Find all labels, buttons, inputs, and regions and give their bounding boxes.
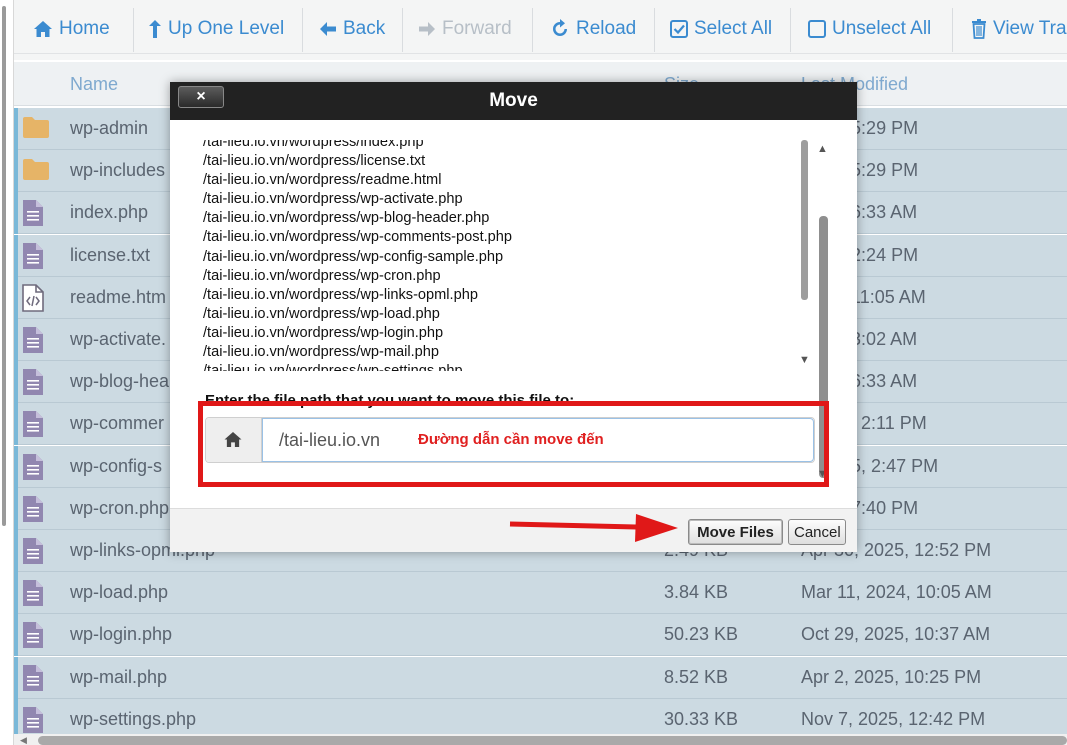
table-row[interactable]: wp-login.php 50.23 KB Oct 29, 2025, 10:37 … [14, 614, 1067, 657]
level-up-icon [149, 20, 161, 38]
list-item: /tai-lieu.io.vn/wordpress/wp-settings.ph… [203, 362, 512, 371]
home-label: Home [59, 18, 110, 39]
toolbar: Home Up One Level Back Forward Reload Se… [0, 0, 1067, 60]
file-name[interactable]: wp-load.php [70, 582, 168, 603]
file-icon [22, 537, 48, 565]
folder-icon [22, 115, 49, 143]
file-name[interactable]: wp-mail.php [70, 667, 167, 688]
move-dialog: Move × /tai-lieu.io.vn/wordpress/index.p… [170, 82, 857, 552]
file-name[interactable]: readme.htm [70, 287, 166, 308]
up-one-level-button[interactable]: Up One Level [148, 14, 284, 44]
list-item: /tai-lieu.io.vn/wordpress/wp-links-opml.… [203, 286, 478, 303]
file-size: 30.33 KB [664, 708, 739, 729]
view-trash-label: View Tra [993, 18, 1067, 39]
list-item: /tai-lieu.io.vn/wordpress/readme.html [203, 172, 442, 189]
trash-icon [972, 19, 986, 39]
table-row[interactable]: wp-mail.php 8.52 KB Apr 2, 2025, 10:25 PM [14, 656, 1067, 699]
list-item: /tai-lieu.io.vn/wordpress/license.txt [203, 153, 426, 170]
up-one-level-label: Up One Level [168, 18, 285, 39]
list-item: /tai-lieu.io.vn/wordpress/wp-load.php [203, 305, 440, 322]
list-item: /tai-lieu.io.vn/wordpress/index.php [203, 140, 424, 150]
file-icon [22, 706, 48, 734]
file-icon [22, 664, 48, 692]
home-button[interactable]: Home [33, 14, 110, 44]
reload-button[interactable]: Reload [550, 14, 636, 44]
file-modified: Apr 2, 2025, 10:25 PM [801, 666, 982, 687]
file-icon [22, 326, 48, 354]
code-file-icon [22, 283, 48, 312]
file-size: 3.84 KB [664, 582, 729, 603]
forward-label: Forward [442, 18, 512, 39]
checkbox-checked-icon [670, 20, 688, 38]
file-name[interactable]: wp-admin [70, 118, 148, 139]
forward-button[interactable]: Forward [418, 14, 512, 44]
file-name[interactable]: wp-blog-hea [70, 371, 169, 392]
horizontal-scrollbar[interactable]: ◀ [14, 734, 1067, 745]
arrow-left-icon [320, 22, 336, 36]
list-item: /tai-lieu.io.vn/wordpress/wp-blog-header… [203, 210, 490, 227]
name-column-header[interactable]: Name [70, 74, 118, 95]
file-name[interactable]: wp-config-s [70, 456, 162, 477]
scroll-down-icon[interactable]: ▼ [799, 354, 810, 366]
close-button[interactable]: × [178, 86, 224, 108]
select-all-label: Select All [694, 18, 773, 39]
file-icon [22, 579, 48, 607]
file-name[interactable]: wp-login.php [70, 624, 172, 645]
reload-label: Reload [576, 18, 637, 39]
file-name[interactable]: wp-cron.php [70, 498, 169, 519]
list-item: /tai-lieu.io.vn/wordpress/wp-comments-po… [203, 229, 513, 246]
file-icon [22, 368, 48, 396]
table-row[interactable]: wp-load.php 3.84 KB Mar 11, 2024, 10:05 AM [14, 572, 1067, 615]
file-modified: Mar 11, 2024, 10:05 AM [801, 582, 992, 603]
file-icon [22, 621, 48, 649]
select-all-button[interactable]: Select All [670, 14, 772, 44]
file-modified: Oct 29, 2025, 10:37 AM [801, 624, 991, 645]
back-label: Back [343, 18, 386, 39]
left-scroll-strip [0, 0, 14, 745]
checkbox-empty-icon [808, 20, 826, 38]
folder-icon [22, 157, 49, 185]
unselect-all-button[interactable]: Unselect All [808, 14, 931, 44]
scroll-up-icon[interactable]: ▲ [817, 143, 828, 155]
back-button[interactable]: Back [319, 14, 385, 44]
dialog-title: Move [489, 90, 538, 111]
file-list: /tai-lieu.io.vn/wordpress/index.php/tai-… [203, 140, 813, 371]
annotation-arrow-icon [509, 514, 678, 542]
dialog-body: /tai-lieu.io.vn/wordpress/index.php/tai-… [170, 120, 857, 508]
file-icon [22, 453, 48, 481]
file-size: 8.52 KB [664, 666, 729, 687]
view-trash-button[interactable]: View Tra [971, 14, 1067, 44]
list-item: /tai-lieu.io.vn/wordpress/wp-activate.ph… [203, 191, 463, 208]
dialog-header: Move × [170, 82, 857, 120]
arrow-right-icon [419, 22, 435, 36]
highlight-box [198, 401, 829, 487]
scroll-left-icon[interactable]: ◀ [20, 735, 27, 745]
move-files-button[interactable]: Move Files [688, 519, 783, 545]
file-icon [22, 495, 48, 523]
file-icon [22, 242, 48, 270]
list-item: /tai-lieu.io.vn/wordpress/wp-mail.php [203, 344, 440, 361]
file-list-scrollbar[interactable]: ▼ [797, 140, 813, 370]
list-item: /tai-lieu.io.vn/wordpress/wp-cron.php [203, 267, 441, 284]
file-modified: Nov 7, 2025, 12:42 PM [801, 708, 986, 729]
file-name[interactable]: wp-commer [70, 413, 164, 434]
file-name[interactable]: wp-settings.php [70, 709, 196, 730]
file-name[interactable]: index.php [70, 202, 148, 223]
file-name[interactable]: license.txt [70, 245, 150, 266]
file-size: 50.23 KB [664, 624, 739, 645]
refresh-icon [553, 19, 567, 36]
file-icon [22, 199, 48, 227]
file-name[interactable]: wp-includes [70, 160, 165, 181]
file-name[interactable]: wp-activate. [70, 329, 166, 350]
file-icon [22, 410, 48, 438]
cancel-button[interactable]: Cancel [788, 519, 846, 545]
unselect-all-label: Unselect All [832, 18, 932, 39]
list-item: /tai-lieu.io.vn/wordpress/wp-login.php [203, 324, 444, 341]
home-icon [34, 21, 52, 37]
list-item: /tai-lieu.io.vn/wordpress/wp-config-samp… [203, 248, 504, 265]
